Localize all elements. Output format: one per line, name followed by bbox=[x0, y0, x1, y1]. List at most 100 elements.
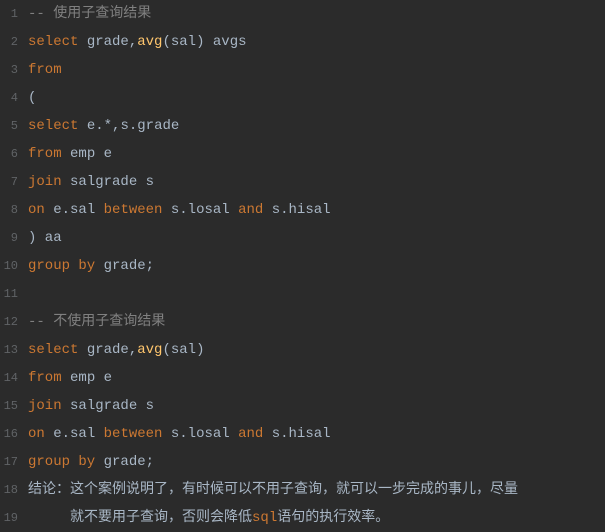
code-token: ( bbox=[28, 90, 36, 106]
code-token: -- 使用子查询结果 bbox=[28, 6, 151, 22]
line-number: 17 bbox=[0, 448, 28, 476]
code-token: . bbox=[179, 426, 187, 442]
code-line: 9) aa bbox=[0, 224, 605, 252]
code-content: group by grade; bbox=[28, 448, 605, 476]
line-number: 9 bbox=[0, 224, 28, 252]
code-line: 11 bbox=[0, 280, 605, 308]
code-token: s bbox=[263, 426, 280, 442]
line-number: 10 bbox=[0, 252, 28, 280]
code-token: sql bbox=[252, 510, 277, 526]
code-line: 8on e.sal between s.losal and s.hisal bbox=[0, 196, 605, 224]
line-number: 8 bbox=[0, 196, 28, 224]
code-token: join bbox=[28, 174, 62, 190]
line-number: 2 bbox=[0, 28, 28, 56]
code-line: 2select grade,avg(sal) avgs bbox=[0, 28, 605, 56]
code-token: . bbox=[62, 426, 70, 442]
code-line: 10group by grade; bbox=[0, 252, 605, 280]
code-token: between bbox=[104, 426, 163, 442]
code-token: salgrade s bbox=[62, 174, 154, 190]
code-line: 6from emp e bbox=[0, 140, 605, 168]
code-token: from bbox=[28, 62, 62, 78]
code-token: from bbox=[28, 146, 62, 162]
code-token: ( bbox=[162, 342, 170, 358]
code-token: losal bbox=[188, 202, 238, 218]
code-content: ( bbox=[28, 84, 605, 112]
code-content: from bbox=[28, 56, 605, 84]
code-token: and bbox=[238, 202, 263, 218]
line-number: 6 bbox=[0, 140, 28, 168]
code-token: s bbox=[162, 426, 179, 442]
code-token: grade bbox=[137, 118, 179, 134]
code-content: group by grade; bbox=[28, 252, 605, 280]
line-number: 3 bbox=[0, 56, 28, 84]
code-token: ( bbox=[162, 34, 170, 50]
code-content: on e.sal between s.losal and s.hisal bbox=[28, 420, 605, 448]
code-editor: 1-- 使用子查询结果2select grade,avg(sal) avgs3f… bbox=[0, 0, 605, 532]
code-token: ; bbox=[146, 258, 154, 274]
code-token: e bbox=[78, 118, 95, 134]
code-token: losal bbox=[188, 426, 238, 442]
code-token: sal bbox=[171, 34, 196, 50]
code-token: . bbox=[62, 202, 70, 218]
code-token: 结论：这个案例说明了，有时候可以不用子查询，就可以一步完成的事儿，尽量 bbox=[28, 482, 518, 498]
line-number: 5 bbox=[0, 112, 28, 140]
code-line: 17group by grade; bbox=[0, 448, 605, 476]
code-token: ; bbox=[146, 454, 154, 470]
code-line: 1-- 使用子查询结果 bbox=[0, 0, 605, 28]
line-number: 4 bbox=[0, 84, 28, 112]
code-line: 15join salgrade s bbox=[0, 392, 605, 420]
code-token: hisal bbox=[289, 202, 331, 218]
line-number: 15 bbox=[0, 392, 28, 420]
line-number: 12 bbox=[0, 308, 28, 336]
code-line: 4( bbox=[0, 84, 605, 112]
code-content: 就不要用子查询，否则会降低sql语句的执行效率。 bbox=[28, 504, 605, 532]
code-token: 就不要用子查询，否则会降低 bbox=[28, 510, 252, 526]
line-number: 16 bbox=[0, 420, 28, 448]
code-token: e bbox=[45, 426, 62, 442]
code-token: between bbox=[104, 202, 163, 218]
code-token: salgrade s bbox=[62, 398, 154, 414]
code-line: 3from bbox=[0, 56, 605, 84]
code-token: emp e bbox=[62, 370, 112, 386]
code-token: sal bbox=[70, 426, 104, 442]
code-content: join salgrade s bbox=[28, 392, 605, 420]
code-content: from emp e bbox=[28, 140, 605, 168]
line-number: 1 bbox=[0, 0, 28, 28]
code-token: , bbox=[129, 342, 137, 358]
code-token: hisal bbox=[289, 426, 331, 442]
code-token: select bbox=[28, 118, 78, 134]
code-token: -- 不使用子查询结果 bbox=[28, 314, 165, 330]
code-token: grade bbox=[95, 258, 145, 274]
code-token: , bbox=[129, 34, 137, 50]
code-token: s bbox=[263, 202, 280, 218]
code-token: select bbox=[28, 342, 78, 358]
line-number: 19 bbox=[0, 504, 28, 532]
code-token: grade bbox=[78, 34, 128, 50]
code-line: 16on e.sal between s.losal and s.hisal bbox=[0, 420, 605, 448]
code-token: emp e bbox=[62, 146, 112, 162]
code-token: . bbox=[129, 118, 137, 134]
line-number: 13 bbox=[0, 336, 28, 364]
line-number: 18 bbox=[0, 476, 28, 504]
code-token: on bbox=[28, 426, 45, 442]
line-number: 7 bbox=[0, 168, 28, 196]
code-token: grade bbox=[95, 454, 145, 470]
code-token: ) bbox=[196, 34, 204, 50]
code-token: s bbox=[120, 118, 128, 134]
code-content: from emp e bbox=[28, 364, 605, 392]
code-content: select e.*,s.grade bbox=[28, 112, 605, 140]
code-token: aa bbox=[36, 230, 61, 246]
code-line: 14from emp e bbox=[0, 364, 605, 392]
code-token: . bbox=[280, 202, 288, 218]
code-line: 13select grade,avg(sal) bbox=[0, 336, 605, 364]
code-token: group by bbox=[28, 454, 95, 470]
code-content: on e.sal between s.losal and s.hisal bbox=[28, 196, 605, 224]
code-content: -- 不使用子查询结果 bbox=[28, 308, 605, 336]
code-token: sal bbox=[171, 342, 196, 358]
code-line: 19 就不要用子查询，否则会降低sql语句的执行效率。 bbox=[0, 504, 605, 532]
code-token: grade bbox=[78, 342, 128, 358]
code-token: * bbox=[104, 118, 112, 134]
code-line: 12-- 不使用子查询结果 bbox=[0, 308, 605, 336]
code-content: -- 使用子查询结果 bbox=[28, 0, 605, 28]
code-token: ) bbox=[196, 342, 204, 358]
